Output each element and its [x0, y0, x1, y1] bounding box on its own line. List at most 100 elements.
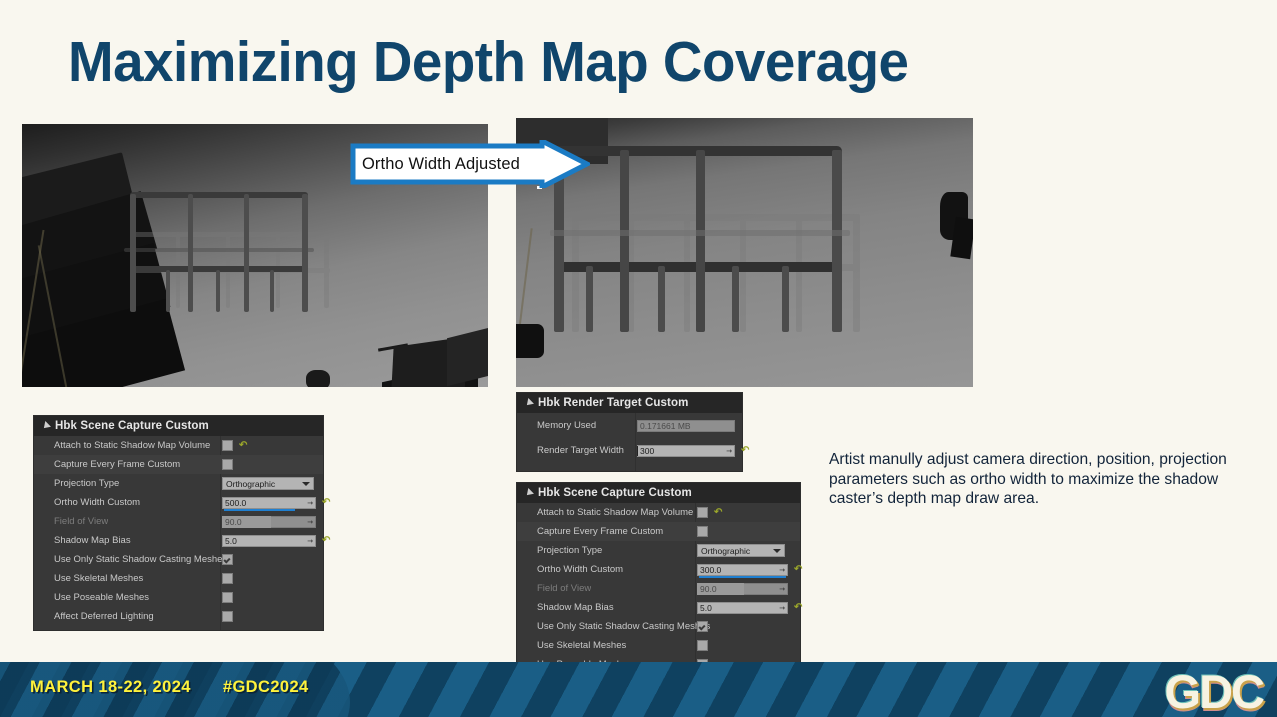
- input-field-of-view: 90.0 ↗: [697, 582, 788, 595]
- panel-title: Hbk Scene Capture Custom: [55, 420, 209, 432]
- input-value: 90.0: [225, 516, 242, 527]
- spinner-icon[interactable]: ↗: [305, 536, 315, 545]
- page-title: Maximizing Depth Map Coverage: [68, 30, 909, 94]
- collapse-triangle-icon[interactable]: [41, 421, 51, 431]
- input-value: 300.0: [700, 564, 722, 575]
- input-value: 5.0: [700, 602, 712, 613]
- row-label: Render Target Width: [537, 445, 624, 456]
- input-shadow-map-bias[interactable]: 5.0 ↗: [222, 534, 316, 547]
- row-label: Capture Every Frame Custom: [54, 459, 181, 470]
- readonly-memory-used: 0.171661 MB: [637, 419, 735, 432]
- row-label: Use Only Static Shadow Casting Meshes: [537, 621, 711, 632]
- spinner-icon[interactable]: ↗: [305, 498, 315, 507]
- row-label: Field of View: [54, 516, 109, 527]
- panel-render-target: Hbk Render Target Custom Memory Used 0.1…: [517, 393, 749, 471]
- slider-fill[interactable]: [224, 508, 296, 511]
- checkbox-affect-deferred-lighting[interactable]: [222, 611, 233, 622]
- spinner-icon: ↗: [777, 584, 787, 594]
- table-row: Projection Type Orthographic: [517, 541, 800, 560]
- chevron-down-icon[interactable]: [773, 548, 781, 553]
- checkbox-attach-static-shadow[interactable]: [222, 440, 233, 451]
- table-row: Use Poseable Meshes: [34, 588, 323, 607]
- callout-arrow: Ortho Width Adjusted: [350, 140, 590, 188]
- collapse-triangle-icon[interactable]: [524, 398, 534, 408]
- checkbox-use-skeletal-meshes[interactable]: [222, 573, 233, 584]
- reset-icon[interactable]: ↶: [239, 440, 247, 451]
- checkbox-use-only-static-shadow-casting-meshes[interactable]: [697, 621, 708, 632]
- reset-icon[interactable]: ↶: [322, 535, 330, 546]
- spinner-icon[interactable]: ↗: [777, 565, 787, 574]
- table-row: Use Only Static Shadow Casting Meshes: [34, 550, 323, 569]
- checkbox-capture-every-frame[interactable]: [222, 459, 233, 470]
- table-row: Attach to Static Shadow Map Volume ↶: [517, 503, 800, 522]
- text-caret: [637, 445, 638, 456]
- select-projection-type[interactable]: Orthographic: [697, 544, 785, 557]
- table-row: Use Only Static Shadow Casting Meshes: [517, 617, 800, 636]
- table-row: Attach to Static Shadow Map Volume ↶: [34, 436, 323, 455]
- row-label: Field of View: [537, 583, 592, 594]
- input-ortho-width[interactable]: 500.0 ↗: [222, 496, 316, 511]
- table-row: Shadow Map Bias 5.0 ↗ ↶: [34, 531, 330, 550]
- slide-footer: MARCH 18-22, 2024 #GDC2024 GDC: [0, 662, 1277, 717]
- spinner-icon[interactable]: ↗: [777, 603, 787, 612]
- reset-icon[interactable]: ↶: [322, 497, 330, 508]
- table-row: Capture Every Frame Custom: [34, 455, 323, 474]
- checkbox-use-poseable-meshes[interactable]: [222, 592, 233, 603]
- input-value: 300: [640, 445, 655, 456]
- select-value: Orthographic: [701, 545, 751, 556]
- reset-icon[interactable]: ↶: [794, 564, 802, 575]
- checkbox-capture-every-frame[interactable]: [697, 526, 708, 537]
- row-label: Ortho Width Custom: [537, 564, 624, 575]
- select-projection-type[interactable]: Orthographic: [222, 477, 314, 490]
- spinner-icon[interactable]: ↗: [724, 446, 734, 455]
- input-shadow-map-bias[interactable]: 5.0 ↗: [697, 601, 788, 614]
- railing-geometry: [124, 192, 314, 312]
- slide-root: Maximizing Depth Map Coverage Ortho Widt…: [0, 0, 1277, 717]
- input-value: 5.0: [225, 535, 237, 546]
- row-label: Use Skeletal Meshes: [537, 640, 627, 651]
- row-label: Attach to Static Shadow Map Volume: [537, 507, 694, 518]
- panel-header[interactable]: Hbk Scene Capture Custom: [34, 416, 323, 436]
- panel-header[interactable]: Hbk Scene Capture Custom: [517, 483, 800, 503]
- reset-icon[interactable]: ↶: [714, 507, 722, 518]
- row-label: Affect Deferred Lighting: [54, 611, 154, 622]
- footer-hashtag: #GDC2024: [222, 678, 309, 696]
- readonly-value: 0.171661 MB: [640, 420, 691, 431]
- reset-icon[interactable]: ↶: [794, 602, 802, 613]
- row-label: Attach to Static Shadow Map Volume: [54, 440, 211, 451]
- row-label: Use Skeletal Meshes: [54, 573, 144, 584]
- checkbox-use-skeletal-meshes[interactable]: [697, 640, 708, 651]
- table-row: Ortho Width Custom 300.0 ↗ ↶: [517, 560, 802, 579]
- depth-debris: [306, 370, 330, 387]
- railing-geometry: [550, 146, 850, 332]
- panel-title: Hbk Scene Capture Custom: [538, 487, 692, 499]
- depth-object: [516, 324, 544, 358]
- chevron-down-icon[interactable]: [302, 481, 310, 486]
- table-row: Shadow Map Bias 5.0 ↗ ↶: [517, 598, 802, 617]
- input-value: 90.0: [700, 583, 717, 594]
- input-field-of-view: 90.0 ↗: [222, 515, 316, 528]
- input-ortho-width[interactable]: 300.0 ↗: [697, 563, 788, 578]
- table-row: Use Skeletal Meshes: [34, 569, 323, 588]
- collapse-triangle-icon[interactable]: [524, 488, 534, 498]
- table-row: Render Target Width 300 ↗ ↶: [517, 438, 749, 463]
- table-row: Ortho Width Custom 500.0 ↗ ↶: [34, 493, 330, 512]
- row-label: Shadow Map Bias: [537, 602, 614, 613]
- gdc-logo: GDC: [1164, 665, 1265, 717]
- table-row: Use Skeletal Meshes: [517, 636, 800, 655]
- row-label: Ortho Width Custom: [54, 497, 141, 508]
- row-label: Use Only Static Shadow Casting Meshes: [54, 554, 228, 565]
- panel-header[interactable]: Hbk Render Target Custom: [517, 393, 742, 413]
- input-render-target-width[interactable]: 300 ↗: [637, 444, 735, 457]
- table-row: Field of View 90.0 ↗: [517, 579, 800, 598]
- spinner-icon: ↗: [305, 517, 315, 527]
- slider-fill[interactable]: [699, 575, 787, 578]
- footer-text-group: MARCH 18-22, 2024 #GDC2024: [30, 678, 309, 697]
- checkbox-use-only-static-shadow-casting-meshes[interactable]: [222, 554, 233, 565]
- checkbox-attach-static-shadow[interactable]: [697, 507, 708, 518]
- table-row: Affect Deferred Lighting: [34, 607, 323, 626]
- row-label: Capture Every Frame Custom: [537, 526, 664, 537]
- reset-icon[interactable]: ↶: [741, 445, 749, 456]
- row-label: Memory Used: [537, 420, 597, 431]
- panel-title: Hbk Render Target Custom: [538, 397, 689, 409]
